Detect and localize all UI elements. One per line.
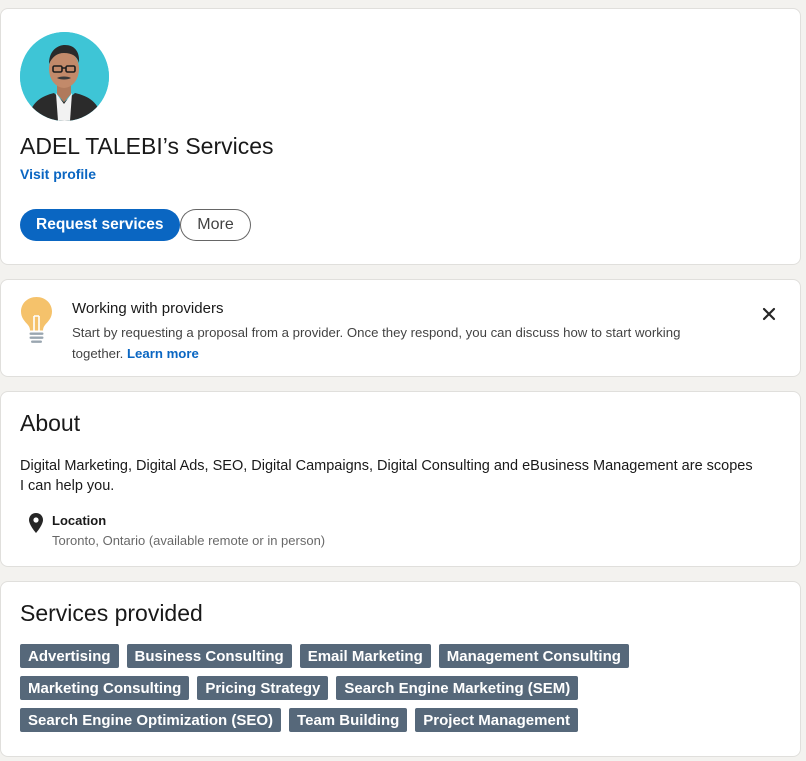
close-icon (762, 307, 776, 321)
location-label: Location (52, 513, 107, 528)
learn-more-link[interactable]: Learn more (127, 346, 199, 361)
services-header-card: ADEL TALEBI’s Services Visit profile Req… (0, 8, 801, 265)
page-title: ADEL TALEBI’s Services (20, 133, 274, 159)
service-tags: Advertising Business Consulting Email Ma… (20, 644, 760, 732)
service-tag: Team Building (289, 708, 408, 732)
services-card: Services provided Advertising Business C… (0, 581, 801, 757)
map-pin-icon (28, 512, 44, 534)
about-title: About (20, 410, 81, 436)
service-tag: Search Engine Optimization (SEO) (20, 708, 282, 732)
info-banner-text: Start by requesting a proposal from a pr… (72, 322, 732, 364)
location-value: Toronto, Ontario (available remote or in… (52, 533, 326, 548)
lightbulb-icon (20, 296, 53, 346)
more-button[interactable]: More (180, 209, 251, 241)
services-page: ADEL TALEBI’s Services Visit profile Req… (0, 0, 806, 761)
service-tag: Marketing Consulting (20, 676, 190, 700)
service-tag: Project Management (415, 708, 578, 732)
close-button[interactable] (758, 303, 780, 325)
service-tag: Search Engine Marketing (SEM) (336, 676, 579, 700)
visit-profile-link[interactable]: Visit profile (20, 166, 96, 182)
about-card: About Digital Marketing, Digital Ads, SE… (0, 391, 801, 567)
info-banner-card: Working with providers Start by requesti… (0, 279, 801, 377)
about-description: Digital Marketing, Digital Ads, SEO, Dig… (20, 458, 753, 494)
service-tag: Email Marketing (299, 644, 431, 668)
services-title: Services provided (20, 600, 203, 626)
avatar[interactable] (20, 32, 109, 121)
service-tag: Pricing Strategy (197, 676, 329, 700)
service-tag: Management Consulting (438, 644, 629, 668)
service-tag: Business Consulting (126, 644, 292, 668)
service-tag: Advertising (20, 644, 119, 668)
profile-photo (20, 32, 109, 121)
request-services-button[interactable]: Request services (20, 209, 180, 241)
info-banner-title: Working with providers (72, 300, 224, 317)
